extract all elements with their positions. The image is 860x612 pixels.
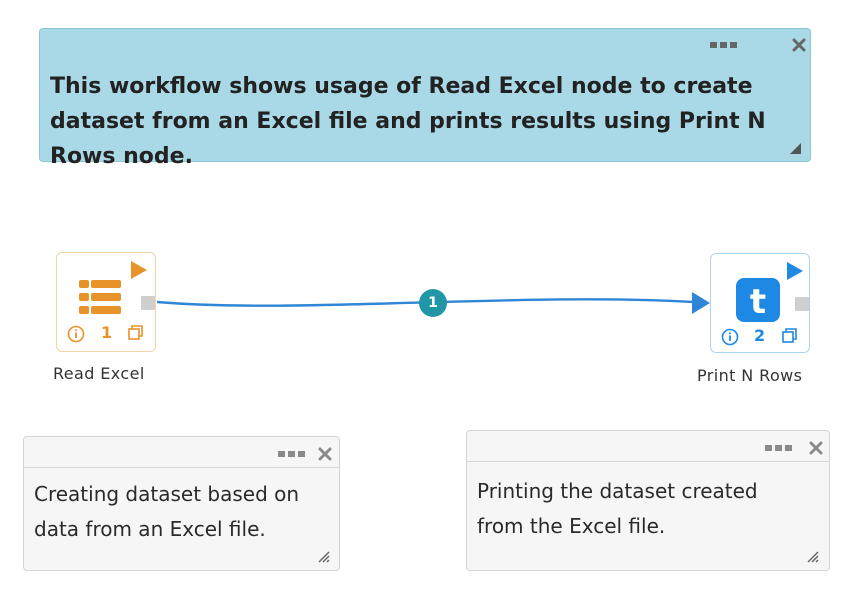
- print-n-rows-node[interactable]: t 2: [710, 253, 810, 353]
- play-icon[interactable]: [129, 259, 149, 281]
- read-excel-label: Read Excel: [53, 364, 145, 383]
- note-header: [24, 437, 339, 468]
- read-excel-node[interactable]: 1: [56, 252, 156, 352]
- info-icon[interactable]: [721, 328, 739, 346]
- svg-text:t: t: [750, 282, 766, 322]
- resize-handle-icon[interactable]: [316, 549, 330, 563]
- node-number: 1: [101, 323, 113, 342]
- connection-badge[interactable]: 1: [419, 289, 447, 317]
- read-excel-note[interactable]: Creating dataset based on data from an E…: [23, 436, 340, 571]
- print-n-rows-note[interactable]: Printing the dataset created from the Ex…: [466, 430, 830, 571]
- note-text: Printing the dataset created from the Ex…: [477, 479, 758, 538]
- note-header: [467, 431, 829, 462]
- copy-icon[interactable]: [127, 324, 145, 342]
- more-options-icon[interactable]: [763, 443, 795, 453]
- info-icon[interactable]: [67, 325, 85, 343]
- node-number: 2: [754, 326, 766, 345]
- print-n-rows-label: Print N Rows: [697, 366, 803, 385]
- table-rows-icon: [79, 280, 121, 314]
- note-text: Creating dataset based on data from an E…: [34, 482, 300, 541]
- more-options-icon[interactable]: [276, 449, 308, 459]
- close-icon[interactable]: [318, 447, 332, 461]
- connection-badge-number: 1: [428, 295, 438, 311]
- t-letter-icon: t: [736, 278, 780, 322]
- output-port[interactable]: [795, 297, 809, 311]
- resize-handle-icon[interactable]: [805, 549, 819, 563]
- output-port[interactable]: [141, 296, 155, 310]
- close-icon[interactable]: [809, 441, 823, 455]
- play-icon[interactable]: [785, 260, 805, 282]
- copy-icon[interactable]: [781, 327, 799, 345]
